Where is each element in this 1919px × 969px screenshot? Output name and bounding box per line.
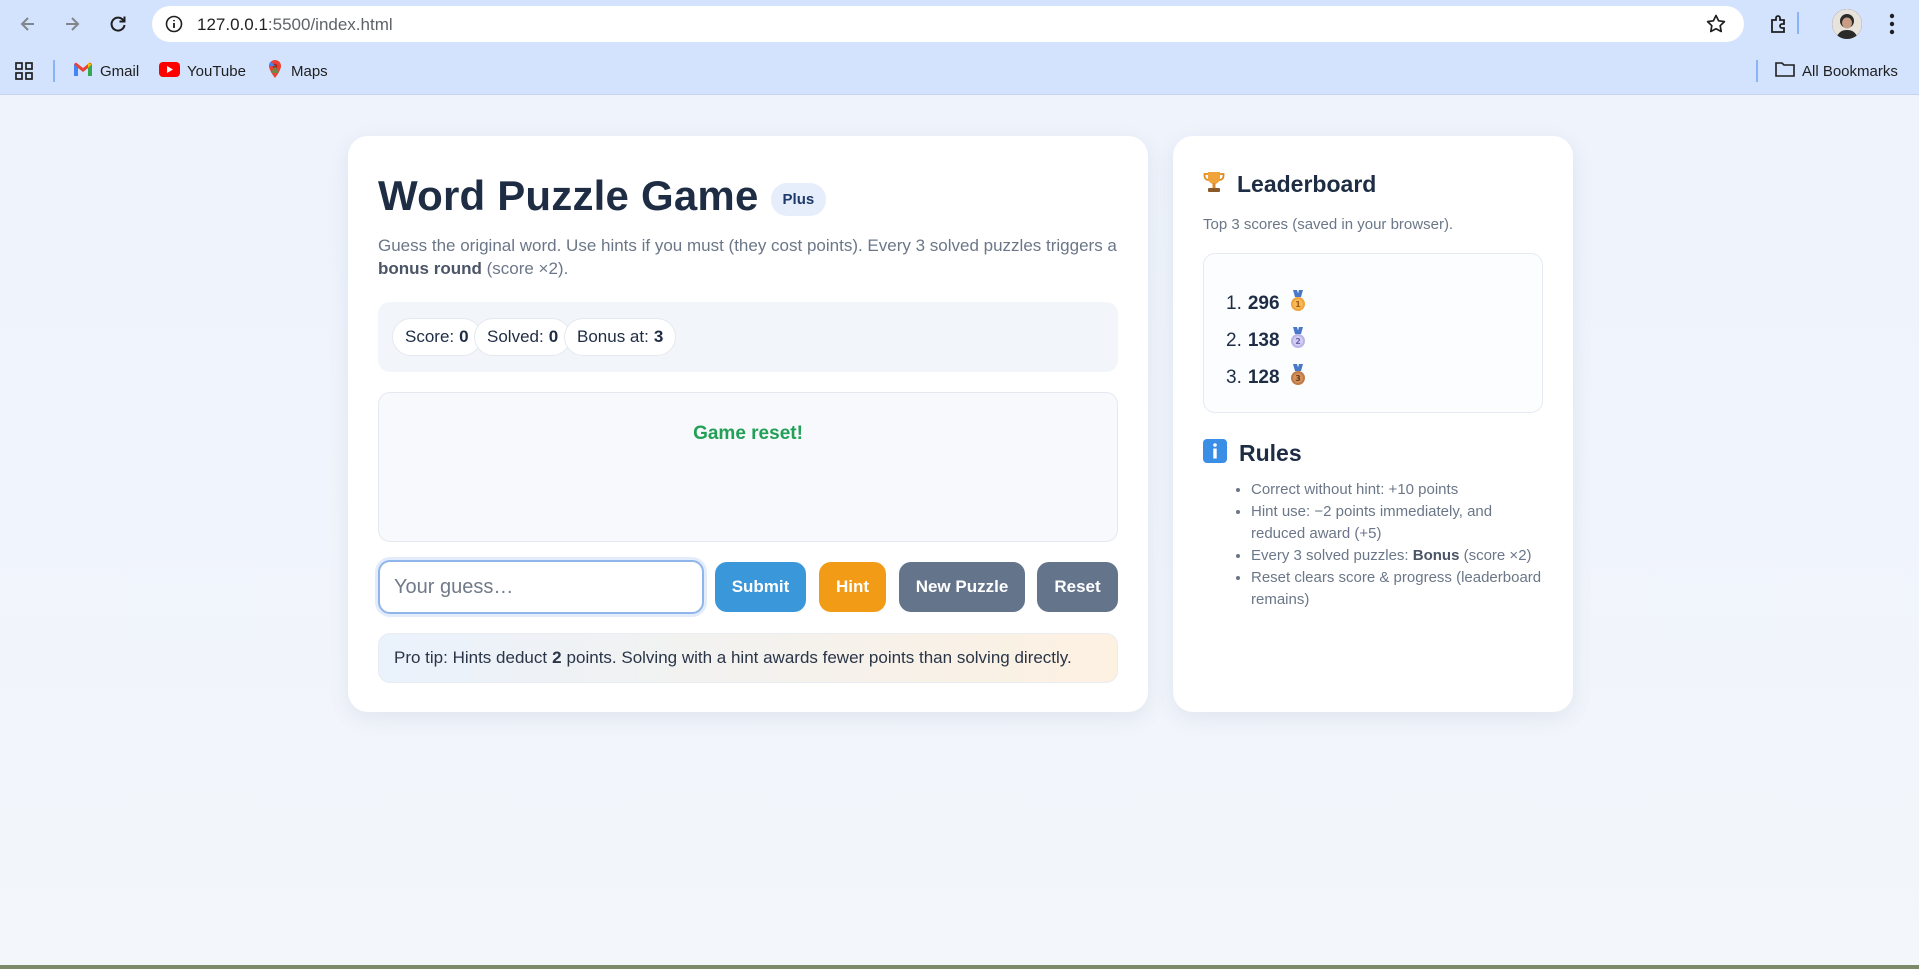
page-title: Word Puzzle Game [378, 172, 759, 219]
leaderboard-title: Leaderboard [1237, 171, 1377, 197]
address-bar[interactable]: 127.0.0.1:5500/index.html [152, 6, 1744, 42]
rank: 2. [1226, 330, 1242, 351]
game-description: Guess the original word. Use hints if yo… [378, 236, 1117, 278]
svg-text:3: 3 [1295, 374, 1301, 383]
back-icon[interactable] [8, 4, 48, 44]
toolbar-divider [1797, 12, 1799, 34]
silver-medal-icon: 2 [1288, 327, 1308, 355]
bookmark-label: Gmail [100, 62, 140, 80]
bookmark-star-icon[interactable] [1704, 12, 1728, 36]
more-menu-icon[interactable] [1878, 10, 1906, 38]
site-info-icon[interactable] [162, 12, 186, 36]
gold-medal-icon: 1 [1288, 290, 1308, 318]
plus-badge: Plus [770, 182, 827, 216]
all-bookmarks-label: All Bookmarks [1802, 62, 1898, 80]
browser-toolbar: 127.0.0.1:5500/index.html [0, 0, 1919, 48]
maps-icon [266, 59, 284, 83]
url-text[interactable]: 127.0.0.1:5500/index.html [197, 15, 393, 35]
window-bottom-edge [0, 965, 1919, 969]
bookmark-label: YouTube [187, 62, 246, 80]
svg-text:1: 1 [1295, 300, 1301, 309]
rule-item: Hint use: −2 points immediately, and red… [1251, 501, 1546, 545]
sidebar-card: Leaderboard Top 3 scores (saved in your … [1173, 136, 1573, 712]
bookmark-label: Maps [291, 62, 328, 80]
leaderboard-entry: 2. 138 2 [1226, 327, 1308, 355]
game-card: Word Puzzle Game Plus Guess the original… [348, 136, 1148, 712]
leaderboard-entry: 1. 296 1 [1226, 290, 1308, 318]
rule-item: Correct without hint: +10 points [1251, 479, 1546, 501]
score: 138 [1247, 330, 1280, 351]
bookmark-youtube[interactable]: YouTube [159, 58, 246, 84]
rules-list: Correct without hint: +10 points Hint us… [1251, 479, 1546, 611]
extensions-icon[interactable] [1765, 10, 1793, 38]
rules-header: Rules [1203, 439, 1302, 468]
pro-tip: Pro tip: Hints deduct 2 points. Solving wi… [378, 633, 1118, 683]
reset-button[interactable]: Reset [1037, 562, 1118, 612]
bookmarks-bar: Gmail YouTube Maps All Bookmarks [0, 48, 1919, 95]
leaderboard-entry: 3. 128 3 [1226, 364, 1308, 392]
title-row: Word Puzzle Game Plus [378, 172, 827, 220]
forward-icon[interactable] [52, 4, 92, 44]
bonus-stat: Bonus at: 3 [564, 318, 677, 356]
apps-grid-icon[interactable] [14, 58, 34, 84]
reload-icon[interactable] [98, 4, 138, 44]
score: 128 [1247, 367, 1280, 388]
new-puzzle-button[interactable]: New Puzzle [899, 562, 1025, 612]
solved-stat: Solved: 0 [474, 318, 572, 356]
bookmarks-divider [1756, 60, 1758, 82]
rule-item: Every 3 solved puzzles: Bonus (score ×2) [1251, 545, 1546, 567]
svg-text:2: 2 [1295, 337, 1301, 346]
folder-icon [1775, 61, 1795, 81]
status-message: Game reset! [693, 423, 803, 444]
stats-bar: Score: 0 Solved: 0 Bonus at: 3 [378, 302, 1118, 372]
rank: 1. [1226, 293, 1242, 314]
score-stat: Score: 0 [392, 318, 482, 356]
trophy-icon [1203, 170, 1225, 199]
all-bookmarks[interactable]: All Bookmarks [1775, 58, 1898, 84]
gmail-icon [73, 62, 93, 81]
leaderboard-header: Leaderboard [1203, 170, 1376, 199]
rank: 3. [1226, 367, 1242, 388]
leaderboard-subtitle: Top 3 scores (saved in your browser). [1203, 216, 1454, 233]
bookmark-gmail[interactable]: Gmail [73, 58, 139, 84]
hint-button[interactable]: Hint [819, 562, 886, 612]
message-area: Game reset! [378, 392, 1118, 542]
guess-input[interactable] [378, 560, 704, 614]
profile-avatar[interactable] [1832, 9, 1862, 39]
rules-title: Rules [1239, 440, 1302, 466]
info-icon [1203, 439, 1227, 468]
youtube-icon [159, 61, 180, 81]
rule-item: Reset clears score & progress (leaderboa… [1251, 567, 1546, 611]
bookmarks-divider [53, 60, 55, 82]
leaderboard-list: 1. 296 1 2. 138 2 3. 128 3 [1203, 253, 1543, 413]
score: 296 [1247, 293, 1280, 314]
bookmark-maps[interactable]: Maps [266, 58, 328, 84]
bronze-medal-icon: 3 [1288, 364, 1308, 392]
submit-button[interactable]: Submit [715, 562, 806, 612]
